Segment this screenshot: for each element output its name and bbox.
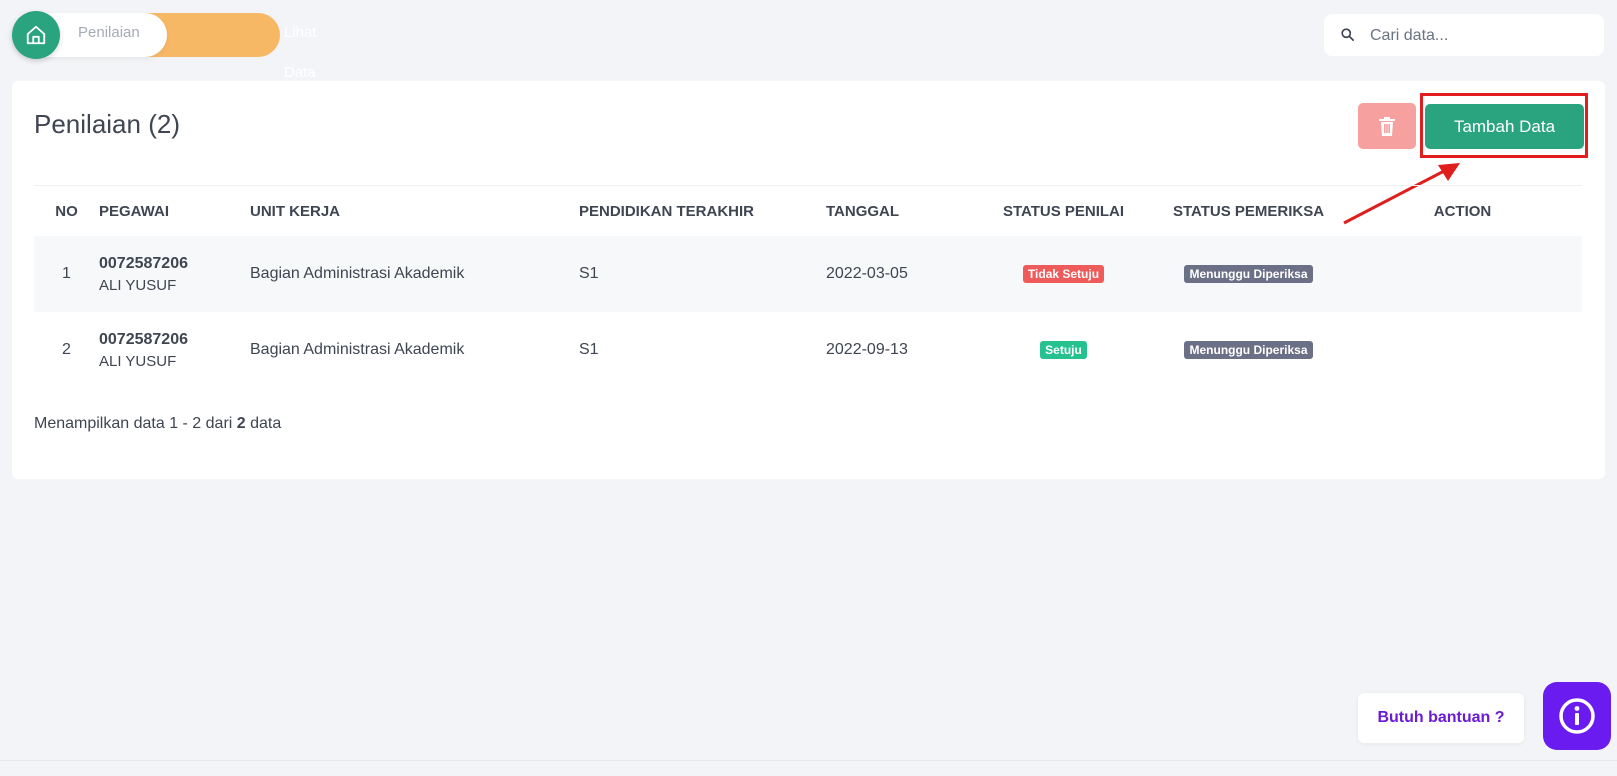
status-badge: Menunggu Diperiksa xyxy=(1184,265,1313,283)
pagination-total: 2 xyxy=(236,415,246,432)
cell-status-penilai: Tidak Setuju xyxy=(973,236,1154,312)
header-status-penilai: STATUS PENILAI xyxy=(1002,202,1125,220)
cell-status-pemeriksa: Menunggu Diperiksa xyxy=(1154,236,1343,312)
table-row[interactable]: 1 0072587206 ALI YUSUF Bagian Administra… xyxy=(34,236,1582,312)
pegawai-nip: 0072587206 xyxy=(99,254,188,272)
cell-tanggal: 2022-03-05 xyxy=(826,265,908,282)
breadcrumb: Lihat Data Penilaian xyxy=(12,11,317,81)
cell-no: 2 xyxy=(62,341,71,358)
cell-unit-kerja: Bagian Administrasi Akademik xyxy=(250,341,465,358)
info-icon xyxy=(1559,698,1595,734)
search-box xyxy=(1324,14,1604,58)
breadcrumb-item-lihat-data[interactable]: Lihat Data xyxy=(284,13,317,81)
content-card: Penilaian (2) Tambah Data NO PEGAWAI UNI… xyxy=(12,81,1605,479)
cell-unit-kerja: Bagian Administrasi Akademik xyxy=(250,265,465,282)
status-badge: Tidak Setuju xyxy=(1022,265,1105,283)
help-bubble[interactable]: Butuh bantuan ? xyxy=(1358,693,1524,743)
header-unit-kerja: UNIT KERJA xyxy=(250,202,341,220)
cell-action xyxy=(1343,312,1582,388)
cell-tanggal: 2022-09-13 xyxy=(826,341,908,358)
breadcrumb-item-penilaian[interactable]: Penilaian xyxy=(78,13,140,57)
table-row[interactable]: 2 0072587206 ALI YUSUF Bagian Administra… xyxy=(34,312,1582,388)
search-input[interactable] xyxy=(1368,14,1597,58)
cell-action xyxy=(1343,236,1582,312)
bottom-divider xyxy=(0,760,1617,761)
delete-button[interactable] xyxy=(1358,103,1416,149)
home-icon xyxy=(26,25,46,45)
pegawai-nama: ALI YUSUF xyxy=(99,276,177,294)
cell-pegawai: 0072587206 ALI YUSUF xyxy=(99,312,250,388)
header-action: ACTION xyxy=(1433,202,1492,220)
search-icon xyxy=(1341,28,1354,41)
pagination-info: Menampilkan data 1 - 2 dari 2 data xyxy=(34,415,281,433)
cell-no: 1 xyxy=(62,265,71,282)
cell-pegawai: 0072587206 ALI YUSUF xyxy=(99,236,250,312)
pegawai-nip: 0072587206 xyxy=(99,330,188,348)
help-button[interactable] xyxy=(1543,682,1611,750)
status-badge: Menunggu Diperiksa xyxy=(1184,341,1313,359)
cell-pendidikan: S1 xyxy=(579,265,599,282)
cell-pendidikan: S1 xyxy=(579,341,599,358)
header-pendidikan: PENDIDIKAN TERAKHIR xyxy=(579,202,755,220)
page-title: Penilaian (2) xyxy=(34,109,180,139)
add-data-button[interactable]: Tambah Data xyxy=(1425,104,1584,149)
header-pegawai: PEGAWAI xyxy=(99,202,170,220)
pagination-suffix: data xyxy=(245,415,282,432)
trash-icon xyxy=(1379,116,1395,136)
header-tanggal: TANGGAL xyxy=(826,202,900,220)
header-status-pemeriksa: STATUS PEMERIKSA xyxy=(1172,202,1325,220)
pegawai-nama: ALI YUSUF xyxy=(99,352,177,370)
cell-status-penilai: Setuju xyxy=(973,312,1154,388)
pagination-prefix: Menampilkan data 1 - 2 dari xyxy=(34,415,237,432)
penilaian-table: NO PEGAWAI UNIT KERJA PENDIDIKAN TERAKHI… xyxy=(34,185,1582,388)
cell-status-pemeriksa: Menunggu Diperiksa xyxy=(1154,312,1343,388)
home-button[interactable] xyxy=(12,11,60,59)
table-header-row: NO PEGAWAI UNIT KERJA PENDIDIKAN TERAKHI… xyxy=(34,185,1582,237)
status-badge: Setuju xyxy=(1040,341,1087,359)
header-no: NO xyxy=(55,202,78,220)
